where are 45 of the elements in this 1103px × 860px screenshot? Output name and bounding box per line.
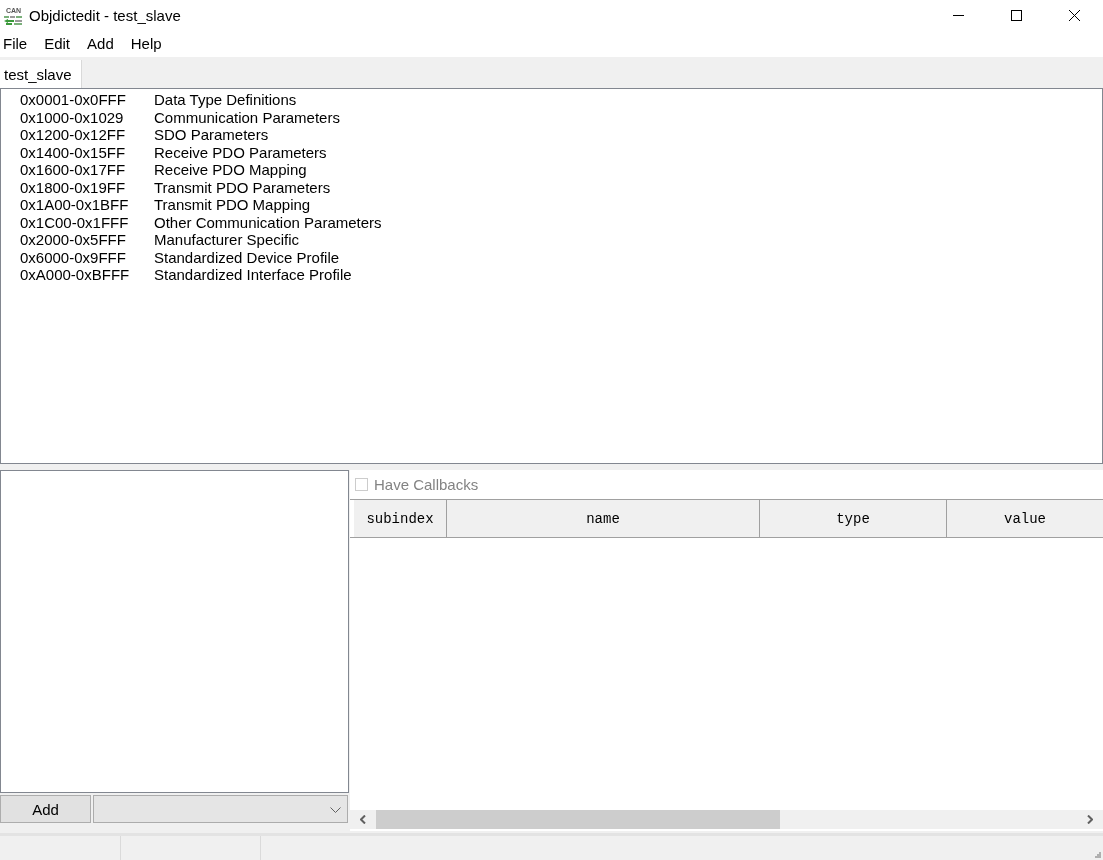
- horizontal-scrollbar[interactable]: [350, 810, 1103, 829]
- add-button[interactable]: Add: [0, 795, 91, 823]
- index-range[interactable]: 0x1A00-0x1BFF: [20, 196, 154, 214]
- index-range[interactable]: 0x1C00-0x1FFF: [20, 213, 154, 231]
- chevron-down-icon: [330, 807, 341, 813]
- column-header[interactable]: name: [447, 500, 760, 537]
- index-range[interactable]: 0x2000-0x5FFF: [20, 231, 154, 249]
- index-list[interactable]: [0, 88, 1103, 464]
- index-name[interactable]: Transmit PDO Parameters: [154, 178, 331, 196]
- tab[interactable]: test_slave: [0, 60, 82, 88]
- column-header[interactable]: value: [947, 500, 1103, 537]
- index-name[interactable]: Transmit PDO Mapping: [154, 196, 311, 214]
- index-name[interactable]: Receive PDO Mapping: [154, 161, 307, 179]
- app-logo-icon: [4, 15, 22, 25]
- entry-list[interactable]: [0, 470, 349, 793]
- window-title: Objdictedit - test_slave: [29, 7, 181, 24]
- index-range[interactable]: 0x1200-0x12FF: [20, 126, 154, 144]
- close-icon: [1068, 10, 1080, 21]
- index-range[interactable]: 0x1800-0x19FF: [20, 178, 154, 196]
- scrollbar-thumb[interactable]: [376, 810, 780, 829]
- index-name[interactable]: Standardized Device Profile: [154, 248, 340, 266]
- menu-item[interactable]: Help: [130, 34, 162, 54]
- index-range[interactable]: 0xA000-0xBFFF: [20, 266, 154, 284]
- index-name[interactable]: Communication Parameters: [154, 108, 340, 126]
- maximize-icon: [1010, 10, 1022, 21]
- menu-item[interactable]: Add: [87, 34, 114, 54]
- menu-item[interactable]: Edit: [44, 34, 71, 54]
- index-range[interactable]: 0x1000-0x1029: [20, 108, 154, 126]
- index-name[interactable]: SDO Parameters: [154, 126, 269, 144]
- index-name[interactable]: Standardized Interface Profile: [154, 266, 352, 284]
- index-name[interactable]: Manufacturer Specific: [154, 231, 300, 249]
- index-name[interactable]: Receive PDO Parameters: [154, 143, 327, 161]
- resize-grip-icon[interactable]: [1095, 852, 1101, 858]
- scroll-right-icon: [1087, 815, 1093, 824]
- column-header[interactable]: type: [760, 500, 947, 537]
- index-range[interactable]: 0x1400-0x15FF: [20, 143, 154, 161]
- menu-item[interactable]: File: [3, 34, 28, 54]
- index-name[interactable]: Other Communication Parameters: [154, 213, 382, 231]
- index-range[interactable]: 0x1600-0x17FF: [20, 161, 154, 179]
- index-name[interactable]: Data Type Definitions: [154, 91, 297, 109]
- scroll-left-icon: [360, 815, 366, 824]
- index-range[interactable]: 0x0001-0x0FFF: [20, 91, 154, 109]
- minimize-icon: [952, 15, 964, 16]
- column-header[interactable]: subindex: [354, 500, 447, 537]
- index-range[interactable]: 0x6000-0x9FFF: [20, 248, 154, 266]
